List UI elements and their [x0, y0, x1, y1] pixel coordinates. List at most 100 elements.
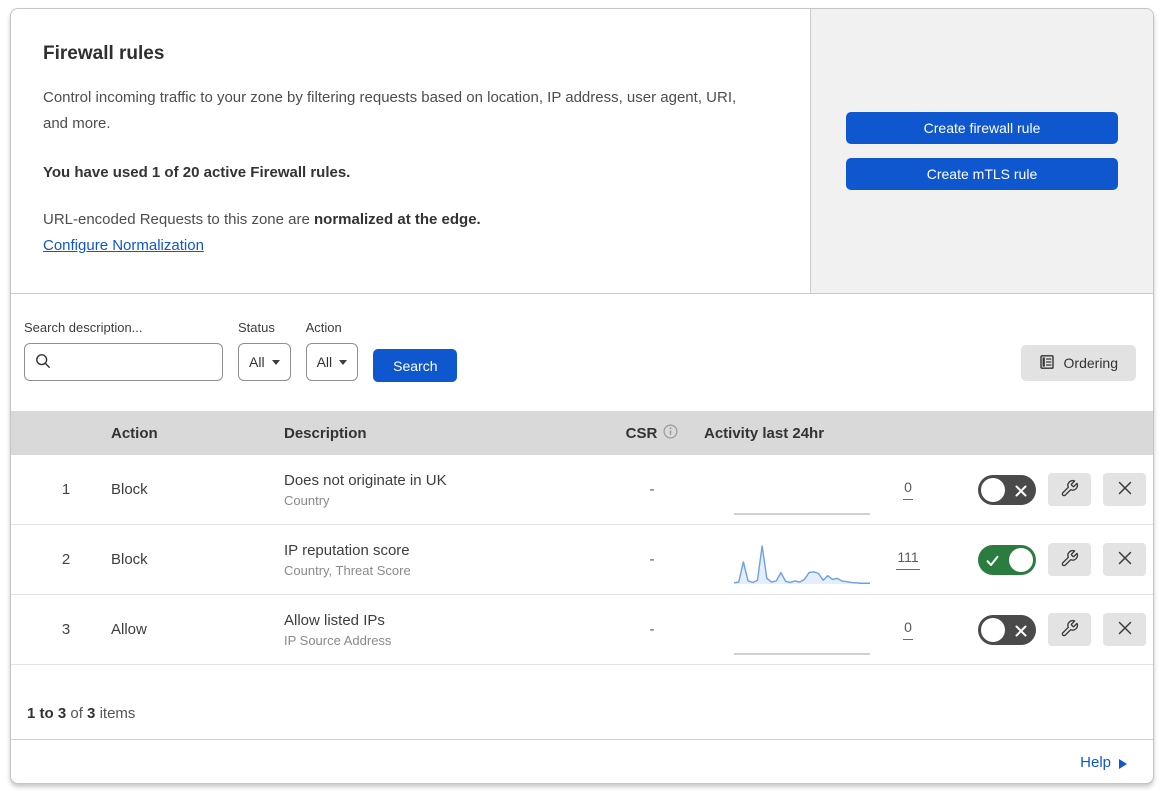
- pagination-summary: 1 to 3 of 3 items: [11, 665, 1153, 739]
- enable-toggle[interactable]: [978, 474, 1036, 505]
- table-row: 3 Allow Allow listed IPs IP Source Addre…: [11, 595, 1153, 665]
- enable-toggle[interactable]: [978, 614, 1036, 645]
- activity-sparkline: [733, 544, 870, 584]
- status-label: Status: [238, 320, 275, 335]
- rule-priority: 2: [61, 551, 71, 568]
- page-title: Firewall rules: [43, 43, 165, 64]
- ordering-button-label: Ordering: [1063, 355, 1118, 371]
- rule-csr-value: -: [649, 551, 655, 568]
- action-dropdown-value: All: [316, 354, 333, 370]
- normalization-text: URL-encoded Requests to this zone are no…: [43, 211, 778, 228]
- rule-description-cell: IP reputation score Country, Threat Scor…: [274, 542, 602, 578]
- action-label: Action: [305, 320, 342, 335]
- x-icon: [1015, 624, 1027, 642]
- wrench-icon: [1060, 549, 1079, 571]
- delete-rule-button[interactable]: [1103, 543, 1146, 576]
- toggle-knob: [981, 477, 1005, 502]
- toggle-knob: [1009, 547, 1033, 572]
- rule-priority: 3: [61, 621, 71, 638]
- help-link[interactable]: Help: [1080, 754, 1111, 771]
- rule-criteria: IP Source Address: [284, 632, 392, 648]
- edit-rule-button[interactable]: [1048, 473, 1091, 506]
- actions-panel: Create firewall rule Create mTLS rule: [810, 9, 1153, 293]
- filter-bar: Search description... Status All Action …: [11, 293, 1153, 411]
- close-icon: [1117, 480, 1133, 499]
- rule-csr-value: -: [649, 621, 655, 638]
- activity-count-link[interactable]: 0: [903, 479, 913, 500]
- action-filter-group: Action All: [305, 320, 359, 381]
- rule-description-cell: Allow listed IPs IP Source Address: [274, 612, 602, 648]
- enable-toggle[interactable]: [978, 544, 1036, 575]
- wrench-icon: [1060, 479, 1079, 501]
- action-dropdown[interactable]: All: [305, 343, 359, 381]
- rule-description[interactable]: Does not originate in UK: [284, 472, 602, 489]
- delete-rule-button[interactable]: [1103, 473, 1146, 506]
- rule-priority: 1: [61, 481, 71, 498]
- activity-sparkline: [734, 512, 870, 515]
- top-section: Firewall rules Control incoming traffic …: [11, 9, 1153, 293]
- edit-rule-button[interactable]: [1048, 543, 1091, 576]
- ordering-button[interactable]: Ordering: [1020, 345, 1136, 381]
- of-text: of: [70, 705, 83, 722]
- create-firewall-rule-button[interactable]: Create firewall rule: [846, 112, 1118, 144]
- column-header-activity: Activity last 24hr: [704, 424, 825, 442]
- edit-rule-button[interactable]: [1048, 613, 1091, 646]
- close-icon: [1117, 550, 1133, 569]
- caret-right-icon: [1119, 758, 1127, 769]
- search-button[interactable]: Search: [373, 349, 458, 382]
- close-icon: [1117, 620, 1133, 639]
- usage-summary: You have used 1 of 20 active Firewall ru…: [43, 163, 351, 181]
- rule-description[interactable]: IP reputation score: [284, 542, 602, 559]
- items-text: items: [99, 705, 136, 722]
- normalization-bold: normalized at the edge.: [314, 210, 481, 228]
- column-header-csr: CSR: [602, 423, 702, 443]
- help-footer: Help: [11, 739, 1153, 783]
- toggle-knob: [981, 617, 1005, 642]
- column-header-action: Action: [111, 424, 158, 442]
- delete-rule-button[interactable]: [1103, 613, 1146, 646]
- info-icon[interactable]: [663, 423, 678, 443]
- ordering-icon: [1039, 354, 1055, 373]
- range-text: 1 to 3: [27, 705, 67, 722]
- search-label: Search description...: [24, 320, 143, 335]
- check-icon: [986, 554, 999, 572]
- activity-count-link[interactable]: 111: [896, 549, 920, 570]
- rule-controls: [952, 543, 1153, 576]
- rule-description[interactable]: Allow listed IPs: [284, 612, 602, 629]
- search-group: Search description...: [24, 320, 223, 381]
- rule-controls: [952, 473, 1153, 506]
- activity-sparkline: [734, 652, 870, 655]
- rule-activity-cell: 0: [702, 604, 952, 656]
- normalization-prefix: URL-encoded Requests to this zone are: [43, 210, 314, 228]
- search-input[interactable]: [24, 343, 223, 381]
- status-dropdown[interactable]: All: [238, 343, 291, 381]
- rule-action: Allow: [111, 621, 147, 638]
- table-row: 1 Block Does not originate in UK Country…: [11, 455, 1153, 525]
- rule-csr-value: -: [649, 481, 655, 498]
- create-mtls-rule-button[interactable]: Create mTLS rule: [846, 158, 1118, 190]
- table-row: 2 Block IP reputation score Country, Thr…: [11, 525, 1153, 595]
- rule-criteria: Country, Threat Score: [284, 562, 411, 578]
- top-description-panel: Firewall rules Control incoming traffic …: [11, 9, 810, 293]
- activity-count-link[interactable]: 0: [903, 619, 913, 640]
- rule-action: Block: [111, 481, 148, 498]
- chevron-down-icon: [339, 359, 348, 365]
- rule-criteria: Country: [284, 492, 330, 508]
- page-description: Control incoming traffic to your zone by…: [43, 89, 737, 133]
- status-filter-group: Status All: [238, 320, 291, 381]
- table-header: Action Description CSR Activity last 24h…: [11, 411, 1153, 455]
- x-icon: [1015, 484, 1027, 502]
- rule-activity-cell: 0: [702, 464, 952, 516]
- wrench-icon: [1060, 619, 1079, 641]
- total-text: 3: [87, 705, 96, 722]
- configure-normalization-link[interactable]: Configure Normalization: [43, 237, 204, 254]
- status-dropdown-value: All: [249, 354, 265, 370]
- chevron-down-icon: [271, 359, 280, 365]
- rules-table-body: 1 Block Does not originate in UK Country…: [11, 455, 1153, 665]
- firewall-rules-card: Firewall rules Control incoming traffic …: [10, 8, 1154, 784]
- column-header-description: Description: [284, 424, 367, 442]
- rule-description-cell: Does not originate in UK Country: [274, 472, 602, 508]
- rule-activity-cell: 111: [702, 534, 952, 586]
- csr-header-label: CSR: [625, 424, 658, 442]
- rule-controls: [952, 613, 1153, 646]
